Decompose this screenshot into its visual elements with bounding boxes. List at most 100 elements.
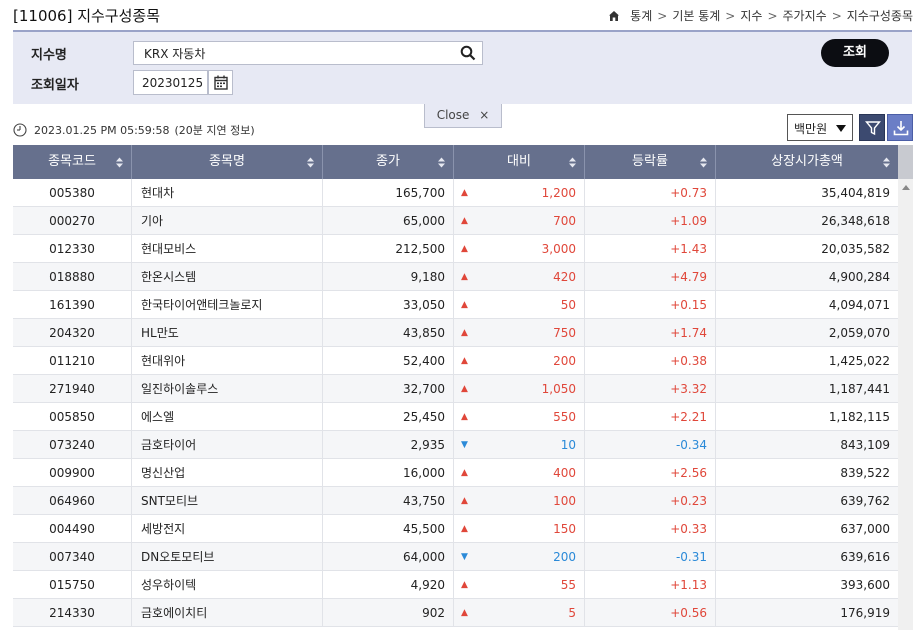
close-panel-button[interactable]: Close × [424, 104, 502, 128]
cell-change: ▲ 420 [454, 263, 585, 291]
breadcrumb: 통계 > 기본 통계 > 지수 > 주가지수 > 지수구성종목 [608, 7, 913, 24]
cell-rate: +0.73 [585, 179, 716, 207]
cell-close: 43,850 [323, 319, 454, 347]
cell-market-cap: 176,919 [840, 606, 890, 620]
cell-name: 성우하이텍 [132, 571, 323, 599]
cell-code: 214330 [13, 599, 132, 627]
chevron-down-icon [836, 125, 846, 132]
sort-icon[interactable] [307, 157, 314, 168]
cell-change: ▲ 100 [454, 487, 585, 515]
table-row[interactable]: 073240 금호타이어 2,935 ▼ 10 -0.34 843,109 [13, 431, 898, 459]
download-icon [893, 121, 909, 136]
header-label: 종가 [376, 154, 400, 169]
date-input[interactable]: 20230125 [133, 70, 208, 95]
table-row[interactable]: 005850 에스엘 25,450 ▲ 550 +2.21 1,182,115 [13, 403, 898, 431]
sort-icon[interactable] [438, 157, 445, 168]
sort-icon[interactable] [569, 157, 576, 168]
cell-name: HL만도 [132, 319, 323, 347]
table-row[interactable]: 161390 한국타이어앤테크놀로지 33,050 ▲ 50 +0.15 4,094,071 [13, 291, 898, 319]
cell-change: ▼ 200 [454, 543, 585, 571]
download-button[interactable] [887, 114, 913, 141]
change-value: 50 [560, 298, 576, 312]
info-row: 2023.01.25 PM 05:59:58 (20분 지연 정보) [13, 122, 255, 138]
header-col-change[interactable]: 대비 [454, 145, 585, 179]
header-col-market-cap[interactable]: 상장시가총액 [716, 145, 898, 179]
sort-icon[interactable] [700, 157, 707, 168]
sort-icon[interactable] [883, 157, 890, 168]
cell-code: 271940 [13, 375, 132, 403]
up-arrow-icon: ▲ [461, 496, 468, 506]
breadcrumb-separator: > [657, 8, 668, 23]
breadcrumb-item-stats[interactable]: 통계 [630, 7, 652, 24]
index-name-field[interactable]: KRX 자동차 [133, 41, 483, 65]
cell-rate: +2.21 [585, 403, 716, 431]
table-row[interactable]: 018880 한온시스템 9,180 ▲ 420 +4.79 4,900,284 [13, 263, 898, 291]
cell-change: ▲ 150 [454, 515, 585, 543]
vertical-scrollbar[interactable] [898, 145, 913, 630]
cell-close: 33,050 [323, 291, 454, 319]
change-value: 550 [553, 410, 576, 424]
cell-market-cap: 20,035,582 [821, 242, 890, 256]
table-row[interactable]: 007340 DN오토모티브 64,000 ▼ 200 -0.31 639,616 [13, 543, 898, 571]
unit-select[interactable]: 백만원 [787, 114, 853, 141]
table-row[interactable]: 005380 현대차 165,700 ▲ 1,200 +0.73 35,404,819 [13, 179, 898, 207]
header-col-rate[interactable]: 등락률 [585, 145, 716, 179]
top-bar: [11006] 지수구성종목 통계 > 기본 통계 > 지수 > 주가지수 > … [0, 0, 915, 30]
cell-code: 011210 [13, 347, 132, 375]
cell-rate: +1.43 [585, 235, 716, 263]
cell-market-cap: 839,522 [840, 466, 890, 480]
cell-rate: +1.74 [585, 319, 716, 347]
cell-code: 000270 [13, 207, 132, 235]
scroll-up-icon[interactable] [902, 185, 910, 190]
cell-rate: +0.15 [585, 291, 716, 319]
cell-name: 현대모비스 [132, 235, 323, 263]
cell-rate: +0.33 [585, 515, 716, 543]
table-row[interactable]: 000270 기아 65,000 ▲ 700 +1.09 26,348,618 [13, 207, 898, 235]
search-icon[interactable] [460, 45, 476, 61]
up-arrow-icon: ▲ [461, 412, 468, 422]
cell-name: 세방전지 [132, 515, 323, 543]
table-row[interactable]: 204320 HL만도 43,850 ▲ 750 +1.74 2,059,070 [13, 319, 898, 347]
breadcrumb-item-basic-stats[interactable]: 기본 통계 [672, 7, 720, 24]
table-row[interactable]: 004490 세방전지 45,500 ▲ 150 +0.33 637,000 [13, 515, 898, 543]
table-row[interactable]: 015750 성우하이텍 4,920 ▲ 55 +1.13 393,600 [13, 571, 898, 599]
cell-market-cap: 639,762 [840, 494, 890, 508]
timestamp: 2023.01.25 PM 05:59:58 [34, 123, 170, 137]
table-row[interactable]: 009900 명신산업 16,000 ▲ 400 +2.56 839,522 [13, 459, 898, 487]
cell-change: ▼ 10 [454, 431, 585, 459]
cell-code: 015750 [13, 571, 132, 599]
calendar-button[interactable] [208, 70, 233, 95]
table-row[interactable]: 012330 현대모비스 212,500 ▲ 3,000 +1.43 20,035,582 [13, 235, 898, 263]
up-arrow-icon: ▲ [461, 524, 468, 534]
table-row[interactable]: 064960 SNT모티브 43,750 ▲ 100 +0.23 639,762 [13, 487, 898, 515]
header-col-close[interactable]: 종가 [323, 145, 454, 179]
breadcrumb-item-stock-index[interactable]: 주가지수 [783, 7, 827, 24]
delay-note: (20분 지연 정보) [174, 124, 255, 137]
table-row[interactable]: 011210 현대위아 52,400 ▲ 200 +0.38 1,425,022 [13, 347, 898, 375]
cell-code: 064960 [13, 487, 132, 515]
cell-rate: +0.56 [585, 599, 716, 627]
home-icon[interactable] [608, 10, 620, 22]
header-col-code[interactable]: 종목코드 [13, 145, 132, 179]
filter-button[interactable] [859, 114, 885, 141]
sort-icon[interactable] [116, 157, 123, 168]
breadcrumb-item-current[interactable]: 지수구성종목 [847, 7, 913, 24]
cell-close: 52,400 [323, 347, 454, 375]
date-label: 조회일자 [31, 78, 79, 93]
cell-name: 명신산업 [132, 459, 323, 487]
table-row[interactable]: 271940 일진하이솔루스 32,700 ▲ 1,050 +3.32 1,187,441 [13, 375, 898, 403]
cell-close: 32,700 [323, 375, 454, 403]
up-arrow-icon: ▲ [461, 244, 468, 254]
query-button[interactable]: 조회 [821, 39, 889, 67]
index-constituents-table: 종목코드 종목명 종가 대비 등락률 상장시가총액 005380 현대차 165,700 ▲ 1,… [13, 145, 898, 627]
header-label: 등락률 [632, 154, 668, 169]
breadcrumb-item-index[interactable]: 지수 [740, 7, 762, 24]
cell-rate: +2.56 [585, 459, 716, 487]
cell-close: 2,935 [323, 431, 454, 459]
header-col-name[interactable]: 종목명 [132, 145, 323, 179]
page-title: [11006] 지수구성종목 [13, 7, 160, 25]
down-arrow-icon: ▼ [461, 440, 468, 450]
table-row[interactable]: 214330 금호에이치티 902 ▲ 5 +0.56 176,919 [13, 599, 898, 627]
cell-name: 한온시스템 [132, 263, 323, 291]
cell-code: 012330 [13, 235, 132, 263]
